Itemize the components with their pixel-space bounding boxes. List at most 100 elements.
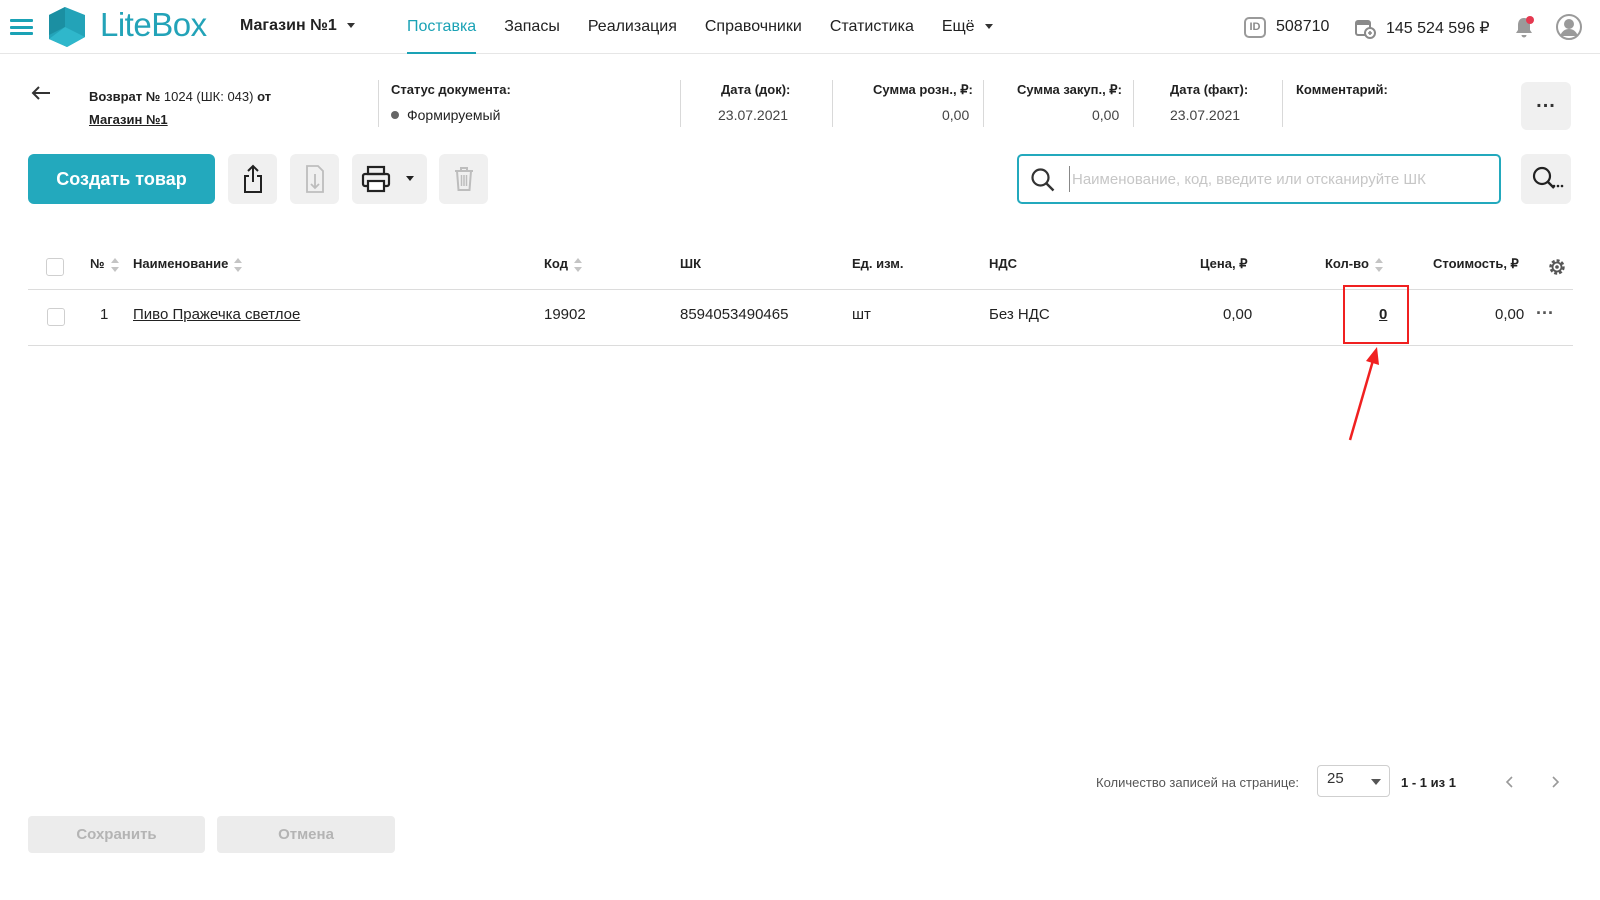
doc-date-value: 23.07.2021 [718, 107, 789, 123]
row-num: 1 [100, 306, 109, 323]
chevron-down-icon [406, 176, 414, 181]
per-page-label: Количество записей на странице: [1096, 775, 1300, 790]
row-cost: 0,00 [1495, 306, 1525, 323]
retail-sum-value: 0,00 [942, 107, 970, 123]
column-header-name[interactable]: Наименование [133, 256, 243, 272]
gear-icon[interactable] [1547, 257, 1567, 277]
export-button[interactable] [228, 154, 277, 204]
column-header-code-label: Код [544, 256, 568, 271]
top-bar: LiteBox Магазин №1 Поставка Запасы Реали… [0, 0, 1600, 54]
menu-icon[interactable] [10, 19, 33, 35]
delete-button[interactable] [439, 154, 488, 204]
chevron-left-icon[interactable] [1502, 774, 1518, 790]
row-price: 0,00 [1223, 306, 1253, 323]
table-header-divider [28, 289, 1573, 290]
nav-item-statistics[interactable]: Статистика [816, 0, 928, 54]
search-icon [1031, 168, 1055, 192]
import-icon [305, 165, 324, 193]
column-header-cost: Стоимость, ₽ [1433, 256, 1519, 271]
logo-icon [49, 7, 85, 47]
main-nav: Поставка Запасы Реализация Справочники С… [393, 0, 1007, 54]
annotation-arrow-icon [1348, 347, 1379, 441]
document-number: 1024 (ШК: 043) [160, 89, 254, 104]
divider [1282, 80, 1283, 127]
create-product-button[interactable]: Создать товар [28, 154, 215, 204]
divider [378, 80, 379, 127]
select-all-checkbox[interactable] [46, 258, 64, 276]
document-store-link[interactable]: Магазин №1 [89, 112, 168, 127]
logo-text: LiteBox [100, 6, 207, 43]
document-title-suffix: от [253, 89, 272, 104]
row-barcode: 8594053490465 [680, 306, 789, 323]
store-selector-label: Магазин №1 [240, 17, 337, 34]
search-input[interactable] [1069, 166, 1489, 192]
save-button[interactable]: Сохранить [28, 816, 205, 853]
nav-item-catalogs[interactable]: Справочники [691, 0, 816, 54]
sort-icon [1374, 257, 1384, 272]
nav-item-more-label: Ещё [941, 18, 975, 35]
nav-item-delivery[interactable]: Поставка [393, 0, 490, 54]
per-page-select[interactable]: 25 [1317, 765, 1390, 797]
fact-date-value: 23.07.2021 [1170, 107, 1241, 123]
id-icon: ID [1244, 17, 1266, 38]
nav-item-sales[interactable]: Реализация [574, 0, 691, 54]
wallet-icon [1355, 20, 1376, 39]
advanced-search-button[interactable] [1521, 154, 1571, 204]
advanced-search-icon [1532, 166, 1564, 189]
document-title: Возврат № 1024 (ШК: 043) от Магазин №1 [89, 85, 271, 131]
avatar[interactable] [1556, 14, 1582, 40]
column-header-qty[interactable]: Кол-во [1325, 256, 1384, 272]
retail-sum-label: Сумма розн., ₽: [873, 82, 973, 97]
sort-icon [110, 257, 120, 272]
nav-item-stock[interactable]: Запасы [490, 0, 574, 54]
bell-icon[interactable] [1513, 15, 1535, 39]
divider [983, 80, 984, 127]
account-balance: 145 524 596 ₽ [1386, 20, 1490, 37]
import-button[interactable] [290, 154, 339, 204]
purchase-sum-label: Сумма закуп., ₽: [1017, 82, 1122, 97]
column-header-name-label: Наименование [133, 256, 229, 271]
fact-date-label: Дата (факт): [1170, 82, 1249, 97]
divider [832, 80, 833, 127]
column-header-price: Цена, ₽ [1200, 256, 1248, 271]
sort-icon [573, 257, 583, 272]
purchase-sum-value: 0,00 [1092, 107, 1120, 123]
chevron-right-icon[interactable] [1547, 774, 1563, 790]
divider [680, 80, 681, 127]
back-arrow-icon[interactable] [30, 83, 52, 103]
column-header-vat: НДС [989, 256, 1018, 271]
row-product-name-link[interactable]: Пиво Пражечка светлое [133, 306, 300, 323]
document-more-button[interactable]: ... [1521, 82, 1571, 130]
highlight-box [1343, 285, 1409, 344]
comment-label: Комментарий: [1296, 82, 1388, 97]
column-header-unit: Ед. изм. [852, 256, 904, 271]
printer-icon [361, 165, 391, 193]
pagination-range: 1 - 1 из 1 [1401, 775, 1456, 790]
row-code: 19902 [544, 306, 586, 323]
row-more-button[interactable]: ... [1536, 299, 1560, 321]
doc-date-label: Дата (док): [721, 82, 791, 97]
divider [1133, 80, 1134, 127]
column-header-barcode: ШК [680, 256, 701, 271]
column-header-qty-label: Кол-во [1325, 256, 1369, 271]
row-unit: шт [852, 306, 871, 323]
store-selector[interactable]: Магазин №1 [240, 17, 355, 35]
document-title-prefix: Возврат № [89, 89, 161, 104]
print-button[interactable] [352, 154, 427, 204]
per-page-value: 25 [1327, 770, 1344, 787]
status-badge: Формируемый [391, 107, 500, 123]
column-header-num-label: № [90, 256, 105, 271]
row-checkbox[interactable] [47, 308, 65, 326]
share-icon [243, 164, 262, 193]
search-box [1017, 154, 1501, 204]
status-value: Формируемый [407, 107, 501, 123]
sort-icon [234, 257, 243, 272]
column-header-num[interactable]: № [90, 256, 120, 272]
cancel-button[interactable]: Отмена [217, 816, 395, 853]
account-id: 508710 [1276, 18, 1330, 35]
chevron-down-icon [346, 23, 355, 29]
column-header-code[interactable]: Код [544, 256, 583, 272]
chevron-down-icon [984, 24, 993, 30]
nav-item-more[interactable]: Ещё [928, 0, 1007, 54]
status-label: Статус документа: [391, 82, 511, 97]
